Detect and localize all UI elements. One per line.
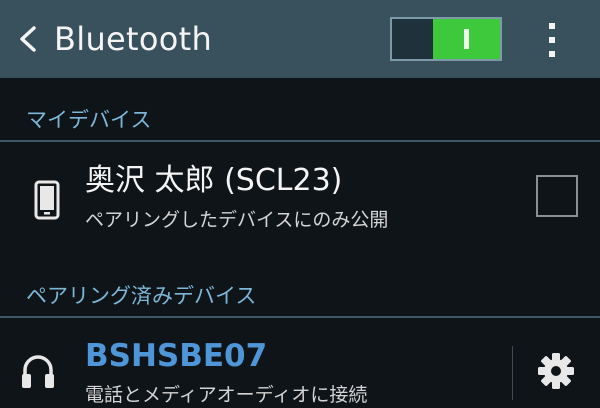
device-visibility-text: ペアリングしたデバイスにのみ公開: [85, 209, 389, 231]
device-name: 奥沢 太郎 (SCL23): [85, 163, 343, 198]
toggle-thumb: [433, 19, 500, 59]
section-header-paired-devices: ペアリング済みデバイス: [26, 284, 257, 308]
smartphone-icon: [34, 180, 60, 220]
paired-device-status: 電話とメディアオーディオに接続: [85, 384, 368, 406]
toggle-on-indicator: [464, 29, 469, 49]
row-divider: [512, 346, 513, 400]
visibility-checkbox[interactable]: [536, 175, 578, 217]
chevron-left-icon[interactable]: [14, 24, 42, 54]
headphones-icon: [22, 355, 54, 388]
more-vertical-icon[interactable]: [540, 20, 564, 60]
section-header-my-devices: マイデバイス: [26, 108, 152, 132]
gear-icon[interactable]: [537, 352, 575, 390]
section-divider: [0, 140, 600, 142]
section-divider: [0, 316, 600, 318]
paired-device-name: BSHSBE07: [85, 338, 268, 374]
bluetooth-toggle[interactable]: [390, 17, 502, 61]
action-bar: Bluetooth: [0, 0, 600, 78]
page-title: Bluetooth: [54, 20, 213, 58]
